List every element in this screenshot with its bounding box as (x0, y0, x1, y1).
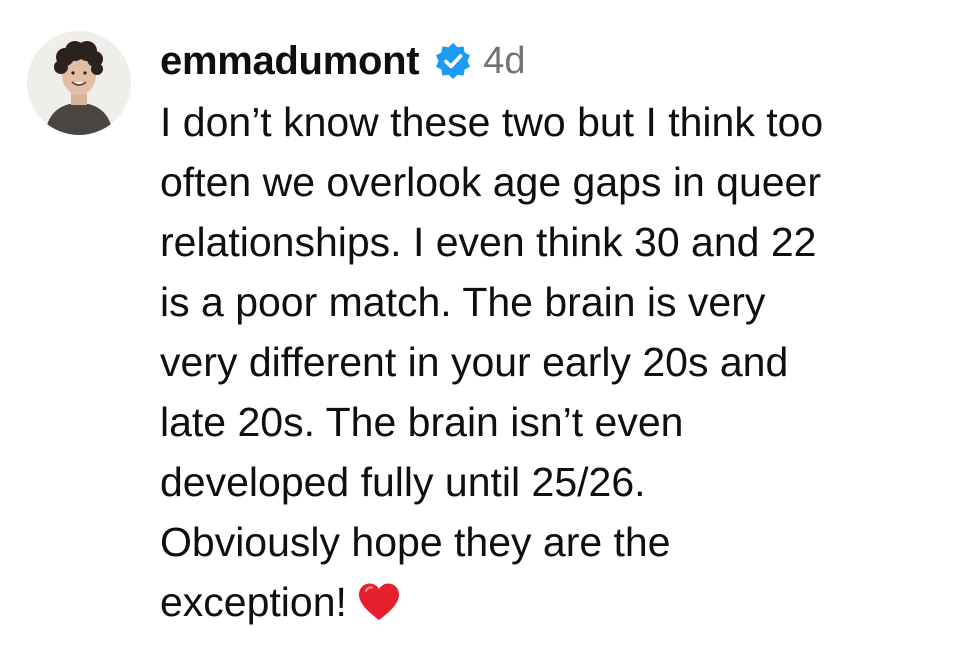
comment-text-line: I don’t know these two but I think too (160, 99, 824, 145)
comment: emmadumont 4d I don’t know these two but… (0, 0, 980, 657)
avatar[interactable] (27, 31, 131, 135)
comment-text-last-line: exception! (160, 572, 970, 632)
comment-text-line: is a poor match. The brain is very (160, 279, 766, 325)
comment-header: emmadumont 4d (160, 36, 526, 86)
username-link[interactable]: emmadumont (160, 39, 420, 84)
comment-text-line: late 20s. The brain isn’t even (160, 399, 684, 445)
comment-text-line: Obviously hope they are the (160, 519, 671, 565)
comment-text: I don’t know these two but I think too o… (160, 92, 970, 632)
profile-photo-icon (27, 31, 131, 135)
comment-text-line: very different in your early 20s and (160, 339, 789, 385)
red-heart-icon (357, 582, 401, 622)
comment-text-line: often we overlook age gaps in queer (160, 159, 822, 205)
verified-badge-icon (433, 41, 473, 81)
comment-text-line: developed fully until 25/26. (160, 459, 646, 505)
timestamp[interactable]: 4d (483, 40, 525, 83)
comment-text-line: exception! (160, 579, 347, 625)
comment-text-line: relationships. I even think 30 and 22 (160, 219, 817, 265)
